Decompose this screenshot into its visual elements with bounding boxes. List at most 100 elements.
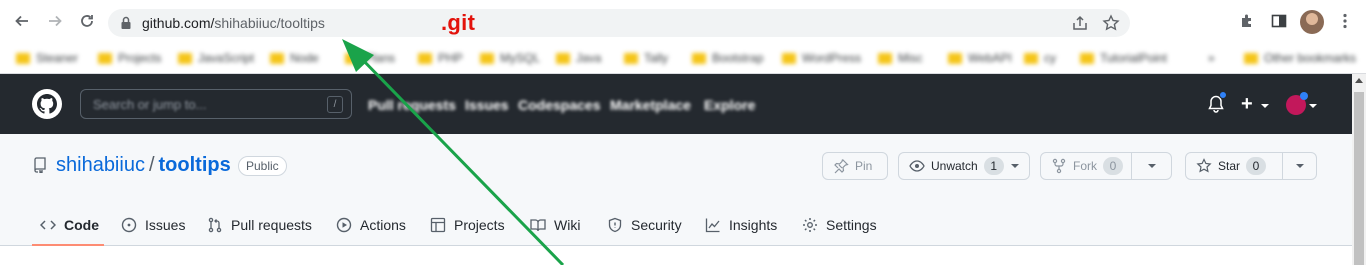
repo-owner-link[interactable]: shihabiiuc — [56, 154, 145, 176]
tab-settings[interactable]: Settings — [802, 214, 877, 236]
folder-icon — [16, 52, 30, 64]
button-divider — [1131, 153, 1132, 179]
scrollbar-thumb[interactable] — [1354, 92, 1364, 265]
chevron-down-icon — [1011, 164, 1019, 168]
bookmark-item[interactable]: JavaScript — [178, 50, 254, 66]
folder-icon — [878, 52, 892, 64]
visibility-badge: Public — [238, 156, 287, 176]
bookmark-item[interactable]: PHP — [418, 50, 463, 66]
repo-icon — [32, 157, 48, 175]
pin-icon — [833, 158, 849, 174]
bookmark-item[interactable]: Misc — [878, 50, 923, 66]
tab-security[interactable]: Security — [607, 214, 682, 236]
tab-wiki-label: Wiki — [554, 217, 581, 233]
chevron-down-icon[interactable] — [1148, 164, 1156, 168]
bookmark-item[interactable]: TutorialPoint — [1080, 50, 1167, 66]
bookmark-item[interactable]: MySQL — [480, 50, 540, 66]
bookmarks-overflow[interactable]: » — [1208, 50, 1215, 66]
nav-marketplace[interactable]: Marketplace — [610, 97, 691, 113]
github-header: Search or jump to... / Pull requests Iss… — [0, 74, 1352, 134]
bookmark-item[interactable]: Tally — [624, 50, 668, 66]
bookmark-item[interactable]: Bootstrap — [692, 50, 763, 66]
pin-button[interactable]: Pin — [822, 152, 888, 180]
back-arrow-icon[interactable] — [11, 10, 33, 32]
bookmark-item[interactable]: Plans — [345, 50, 395, 66]
nav-explore[interactable]: Explore — [704, 97, 755, 113]
chevron-down-icon — [1309, 104, 1317, 108]
tab-actions[interactable]: Actions — [336, 214, 406, 236]
side-panel-icon[interactable] — [1270, 12, 1288, 30]
bookmark-item[interactable]: WordPress — [782, 50, 861, 66]
bookmark-item[interactable]: Node — [270, 50, 319, 66]
git-annotation: .git — [441, 10, 476, 35]
browser-toolbar: github.com/shihabiiuc/tooltips .git — [0, 0, 1366, 42]
profile-avatar[interactable] — [1300, 10, 1324, 34]
nav-codespaces[interactable]: Codespaces — [518, 97, 600, 113]
bookmarks-bar: Steaner Projects JavaScript Node Plans P… — [0, 42, 1366, 74]
more-menu-icon[interactable] — [1336, 12, 1354, 30]
repo-tabs: Code Issues Pull requests Actions Projec… — [0, 206, 1352, 246]
fork-button[interactable]: Fork 0 — [1040, 152, 1172, 180]
tab-pull-requests[interactable]: Pull requests — [207, 214, 312, 236]
watch-count: 1 — [983, 157, 1004, 175]
bookmark-item[interactable]: Steaner — [16, 50, 78, 66]
share-icon[interactable] — [1071, 14, 1089, 32]
folder-icon — [782, 52, 796, 64]
repo-name-link[interactable]: tooltips — [159, 154, 231, 176]
url-text: github.com/shihabiiuc/tooltips — [142, 15, 325, 31]
star-count: 0 — [1246, 157, 1267, 175]
tab-issues[interactable]: Issues — [121, 214, 185, 236]
nav-issues[interactable]: Issues — [465, 97, 509, 113]
tab-wiki[interactable]: Wiki — [530, 214, 580, 236]
folder-icon — [1080, 52, 1094, 64]
active-tab-indicator — [32, 244, 104, 246]
bookmark-item[interactable]: Java — [556, 50, 601, 66]
search-input[interactable]: Search or jump to... / — [80, 89, 352, 119]
tab-code[interactable]: Code — [40, 214, 99, 236]
folder-icon — [692, 52, 706, 64]
graph-icon — [705, 218, 720, 233]
folder-icon — [480, 52, 494, 64]
fork-icon — [1051, 158, 1067, 174]
folder-icon — [178, 52, 192, 64]
tab-actions-label: Actions — [360, 217, 406, 233]
bookmark-item[interactable]: cy — [1024, 50, 1056, 66]
tab-issues-label: Issues — [145, 217, 186, 233]
notification-indicator — [1219, 91, 1227, 99]
scrollbar[interactable] — [1352, 74, 1366, 265]
tab-projects[interactable]: Projects — [430, 214, 505, 236]
book-icon — [530, 219, 546, 232]
fork-label: Fork — [1073, 159, 1097, 173]
search-placeholder: Search or jump to... — [93, 97, 207, 112]
folder-icon — [624, 52, 638, 64]
shield-icon — [608, 217, 622, 233]
reload-icon[interactable] — [76, 10, 98, 32]
star-button[interactable]: Star 0 — [1185, 152, 1317, 180]
github-logo-icon[interactable] — [31, 88, 63, 120]
star-label: Star — [1218, 159, 1241, 173]
plus-icon[interactable]: + — [1241, 93, 1253, 116]
url-path: shihabiiuc/tooltips — [214, 15, 325, 31]
url-host: github.com/ — [142, 15, 215, 31]
bookmark-item[interactable]: WebAPI — [948, 50, 1012, 66]
lock-icon[interactable] — [120, 16, 132, 35]
unwatch-button[interactable]: Unwatch 1 — [898, 152, 1030, 180]
forward-arrow-icon[interactable] — [44, 10, 66, 32]
button-divider — [1282, 153, 1283, 179]
bookmark-star-icon[interactable] — [1102, 14, 1120, 32]
nav-pull-requests[interactable]: Pull requests — [368, 97, 456, 113]
folder-icon — [556, 52, 570, 64]
tab-settings-label: Settings — [826, 217, 877, 233]
scroll-up-arrow-icon[interactable] — [1355, 78, 1363, 83]
address-bar[interactable]: github.com/shihabiiuc/tooltips .git — [108, 9, 1130, 37]
issue-icon — [121, 217, 137, 233]
folder-icon — [418, 52, 432, 64]
chevron-down-icon[interactable] — [1296, 164, 1304, 168]
tab-security-label: Security — [631, 217, 682, 233]
pin-label: Pin — [855, 159, 873, 173]
extensions-puzzle-icon[interactable] — [1238, 12, 1256, 30]
bookmark-item[interactable]: Projects — [98, 50, 161, 66]
tab-insights[interactable]: Insights — [705, 214, 777, 236]
other-bookmarks[interactable]: Other bookmarks — [1244, 50, 1356, 66]
status-indicator — [1300, 92, 1308, 100]
